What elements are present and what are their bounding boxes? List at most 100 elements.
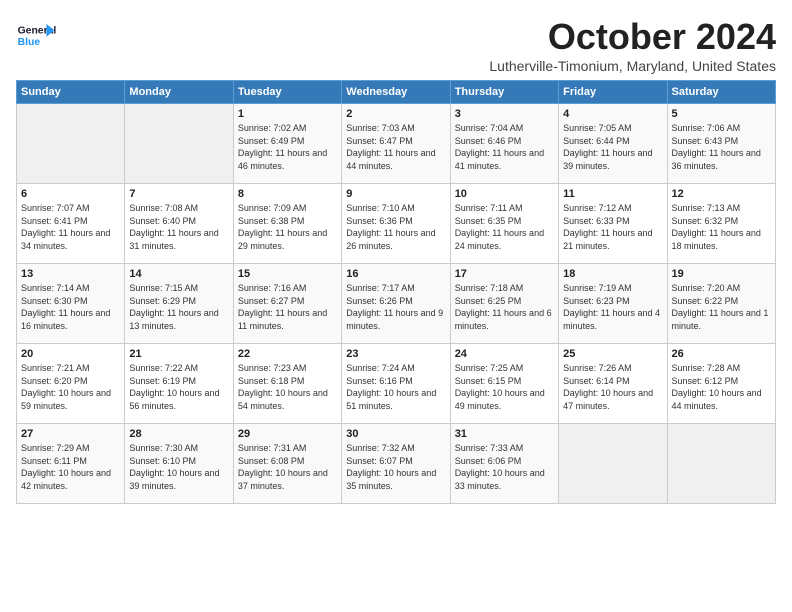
day-number: 10 (455, 188, 554, 200)
calendar-week-row: 20 Sunrise: 7:21 AM Sunset: 6:20 PM Dayli… (17, 344, 776, 424)
day-number: 17 (455, 268, 554, 280)
day-number: 4 (563, 108, 662, 120)
day-info: Sunrise: 7:30 AM Sunset: 6:10 PM Dayligh… (129, 442, 228, 492)
calendar-cell: 13 Sunrise: 7:14 AM Sunset: 6:30 PM Dayli… (17, 264, 125, 344)
day-info: Sunrise: 7:14 AM Sunset: 6:30 PM Dayligh… (21, 282, 120, 332)
calendar-cell: 4 Sunrise: 7:05 AM Sunset: 6:44 PM Daylig… (559, 104, 667, 184)
day-info: Sunrise: 7:06 AM Sunset: 6:43 PM Dayligh… (672, 122, 771, 172)
weekday-header: Sunday (17, 81, 125, 104)
calendar-cell: 21 Sunrise: 7:22 AM Sunset: 6:19 PM Dayli… (125, 344, 233, 424)
calendar-cell: 18 Sunrise: 7:19 AM Sunset: 6:23 PM Dayli… (559, 264, 667, 344)
calendar-cell: 8 Sunrise: 7:09 AM Sunset: 6:38 PM Daylig… (233, 184, 341, 264)
weekday-header: Friday (559, 81, 667, 104)
day-number: 27 (21, 428, 120, 440)
day-info: Sunrise: 7:02 AM Sunset: 6:49 PM Dayligh… (238, 122, 337, 172)
calendar-cell (559, 424, 667, 504)
day-number: 16 (346, 268, 445, 280)
calendar-week-row: 27 Sunrise: 7:29 AM Sunset: 6:11 PM Dayli… (17, 424, 776, 504)
day-info: Sunrise: 7:25 AM Sunset: 6:15 PM Dayligh… (455, 362, 554, 412)
day-number: 14 (129, 268, 228, 280)
weekday-header: Tuesday (233, 81, 341, 104)
day-info: Sunrise: 7:09 AM Sunset: 6:38 PM Dayligh… (238, 202, 337, 252)
day-info: Sunrise: 7:19 AM Sunset: 6:23 PM Dayligh… (563, 282, 662, 332)
page-header: General Blue October 2024 Lutherville-Ti… (16, 16, 776, 74)
calendar-cell (125, 104, 233, 184)
calendar-cell: 9 Sunrise: 7:10 AM Sunset: 6:36 PM Daylig… (342, 184, 450, 264)
day-number: 28 (129, 428, 228, 440)
day-number: 2 (346, 108, 445, 120)
logo: General Blue (16, 16, 56, 56)
calendar-cell: 6Sunrise: 7:07 AM Sunset: 6:41 PM Daylig… (17, 184, 125, 264)
calendar-cell: 16 Sunrise: 7:17 AM Sunset: 6:26 PM Dayli… (342, 264, 450, 344)
day-info: Sunrise: 7:29 AM Sunset: 6:11 PM Dayligh… (21, 442, 120, 492)
day-number: 18 (563, 268, 662, 280)
calendar-week-row: 13 Sunrise: 7:14 AM Sunset: 6:30 PM Dayli… (17, 264, 776, 344)
day-info: Sunrise: 7:32 AM Sunset: 6:07 PM Dayligh… (346, 442, 445, 492)
day-info: Sunrise: 7:08 AM Sunset: 6:40 PM Dayligh… (129, 202, 228, 252)
day-number: 7 (129, 188, 228, 200)
day-number: 26 (672, 348, 771, 360)
day-number: 5 (672, 108, 771, 120)
weekday-header: Monday (125, 81, 233, 104)
weekday-header-row: SundayMondayTuesdayWednesdayThursdayFrid… (17, 81, 776, 104)
day-number: 31 (455, 428, 554, 440)
day-info: Sunrise: 7:33 AM Sunset: 6:06 PM Dayligh… (455, 442, 554, 492)
day-info: Sunrise: 7:21 AM Sunset: 6:20 PM Dayligh… (21, 362, 120, 412)
calendar-cell: 14 Sunrise: 7:15 AM Sunset: 6:29 PM Dayli… (125, 264, 233, 344)
weekday-header: Wednesday (342, 81, 450, 104)
calendar-cell: 2 Sunrise: 7:03 AM Sunset: 6:47 PM Daylig… (342, 104, 450, 184)
day-info: Sunrise: 7:13 AM Sunset: 6:32 PM Dayligh… (672, 202, 771, 252)
location-subtitle: Lutherville-Timonium, Maryland, United S… (489, 58, 776, 74)
calendar-cell: 31 Sunrise: 7:33 AM Sunset: 6:06 PM Dayli… (450, 424, 558, 504)
day-number: 30 (346, 428, 445, 440)
calendar-cell: 26Sunrise: 7:28 AM Sunset: 6:12 PM Dayli… (667, 344, 775, 424)
logo-icon: General Blue (16, 16, 56, 56)
calendar-cell: 1Sunrise: 7:02 AM Sunset: 6:49 PM Daylig… (233, 104, 341, 184)
calendar-week-row: 1Sunrise: 7:02 AM Sunset: 6:49 PM Daylig… (17, 104, 776, 184)
weekday-header: Saturday (667, 81, 775, 104)
day-info: Sunrise: 7:04 AM Sunset: 6:46 PM Dayligh… (455, 122, 554, 172)
day-info: Sunrise: 7:24 AM Sunset: 6:16 PM Dayligh… (346, 362, 445, 412)
calendar-cell: 10 Sunrise: 7:11 AM Sunset: 6:35 PM Dayli… (450, 184, 558, 264)
calendar-cell: 15 Sunrise: 7:16 AM Sunset: 6:27 PM Dayli… (233, 264, 341, 344)
title-block: October 2024 Lutherville-Timonium, Maryl… (489, 16, 776, 74)
day-number: 6 (21, 188, 120, 200)
day-info: Sunrise: 7:20 AM Sunset: 6:22 PM Dayligh… (672, 282, 771, 332)
calendar-cell: 27 Sunrise: 7:29 AM Sunset: 6:11 PM Dayli… (17, 424, 125, 504)
day-number: 12 (672, 188, 771, 200)
day-info: Sunrise: 7:10 AM Sunset: 6:36 PM Dayligh… (346, 202, 445, 252)
calendar-week-row: 6Sunrise: 7:07 AM Sunset: 6:41 PM Daylig… (17, 184, 776, 264)
day-number: 13 (21, 268, 120, 280)
calendar-cell: 25 Sunrise: 7:26 AM Sunset: 6:14 PM Dayli… (559, 344, 667, 424)
day-info: Sunrise: 7:05 AM Sunset: 6:44 PM Dayligh… (563, 122, 662, 172)
day-number: 15 (238, 268, 337, 280)
day-info: Sunrise: 7:17 AM Sunset: 6:26 PM Dayligh… (346, 282, 445, 332)
calendar-cell: 20 Sunrise: 7:21 AM Sunset: 6:20 PM Dayli… (17, 344, 125, 424)
calendar-cell: 3 Sunrise: 7:04 AM Sunset: 6:46 PM Daylig… (450, 104, 558, 184)
month-title: October 2024 (489, 16, 776, 58)
weekday-header: Thursday (450, 81, 558, 104)
day-number: 20 (21, 348, 120, 360)
day-number: 29 (238, 428, 337, 440)
day-number: 3 (455, 108, 554, 120)
day-info: Sunrise: 7:23 AM Sunset: 6:18 PM Dayligh… (238, 362, 337, 412)
day-info: Sunrise: 7:12 AM Sunset: 6:33 PM Dayligh… (563, 202, 662, 252)
day-info: Sunrise: 7:03 AM Sunset: 6:47 PM Dayligh… (346, 122, 445, 172)
day-info: Sunrise: 7:11 AM Sunset: 6:35 PM Dayligh… (455, 202, 554, 252)
day-info: Sunrise: 7:16 AM Sunset: 6:27 PM Dayligh… (238, 282, 337, 332)
day-number: 11 (563, 188, 662, 200)
day-number: 21 (129, 348, 228, 360)
calendar-cell: 11 Sunrise: 7:12 AM Sunset: 6:33 PM Dayli… (559, 184, 667, 264)
calendar-cell: 17Sunrise: 7:18 AM Sunset: 6:25 PM Dayli… (450, 264, 558, 344)
day-number: 9 (346, 188, 445, 200)
svg-text:Blue: Blue (18, 37, 41, 48)
calendar-cell: 12 Sunrise: 7:13 AM Sunset: 6:32 PM Dayli… (667, 184, 775, 264)
day-info: Sunrise: 7:22 AM Sunset: 6:19 PM Dayligh… (129, 362, 228, 412)
day-info: Sunrise: 7:15 AM Sunset: 6:29 PM Dayligh… (129, 282, 228, 332)
day-info: Sunrise: 7:26 AM Sunset: 6:14 PM Dayligh… (563, 362, 662, 412)
calendar-cell (17, 104, 125, 184)
day-number: 25 (563, 348, 662, 360)
calendar-cell: 29Sunrise: 7:31 AM Sunset: 6:08 PM Dayli… (233, 424, 341, 504)
day-number: 8 (238, 188, 337, 200)
calendar-cell: 22Sunrise: 7:23 AM Sunset: 6:18 PM Dayli… (233, 344, 341, 424)
